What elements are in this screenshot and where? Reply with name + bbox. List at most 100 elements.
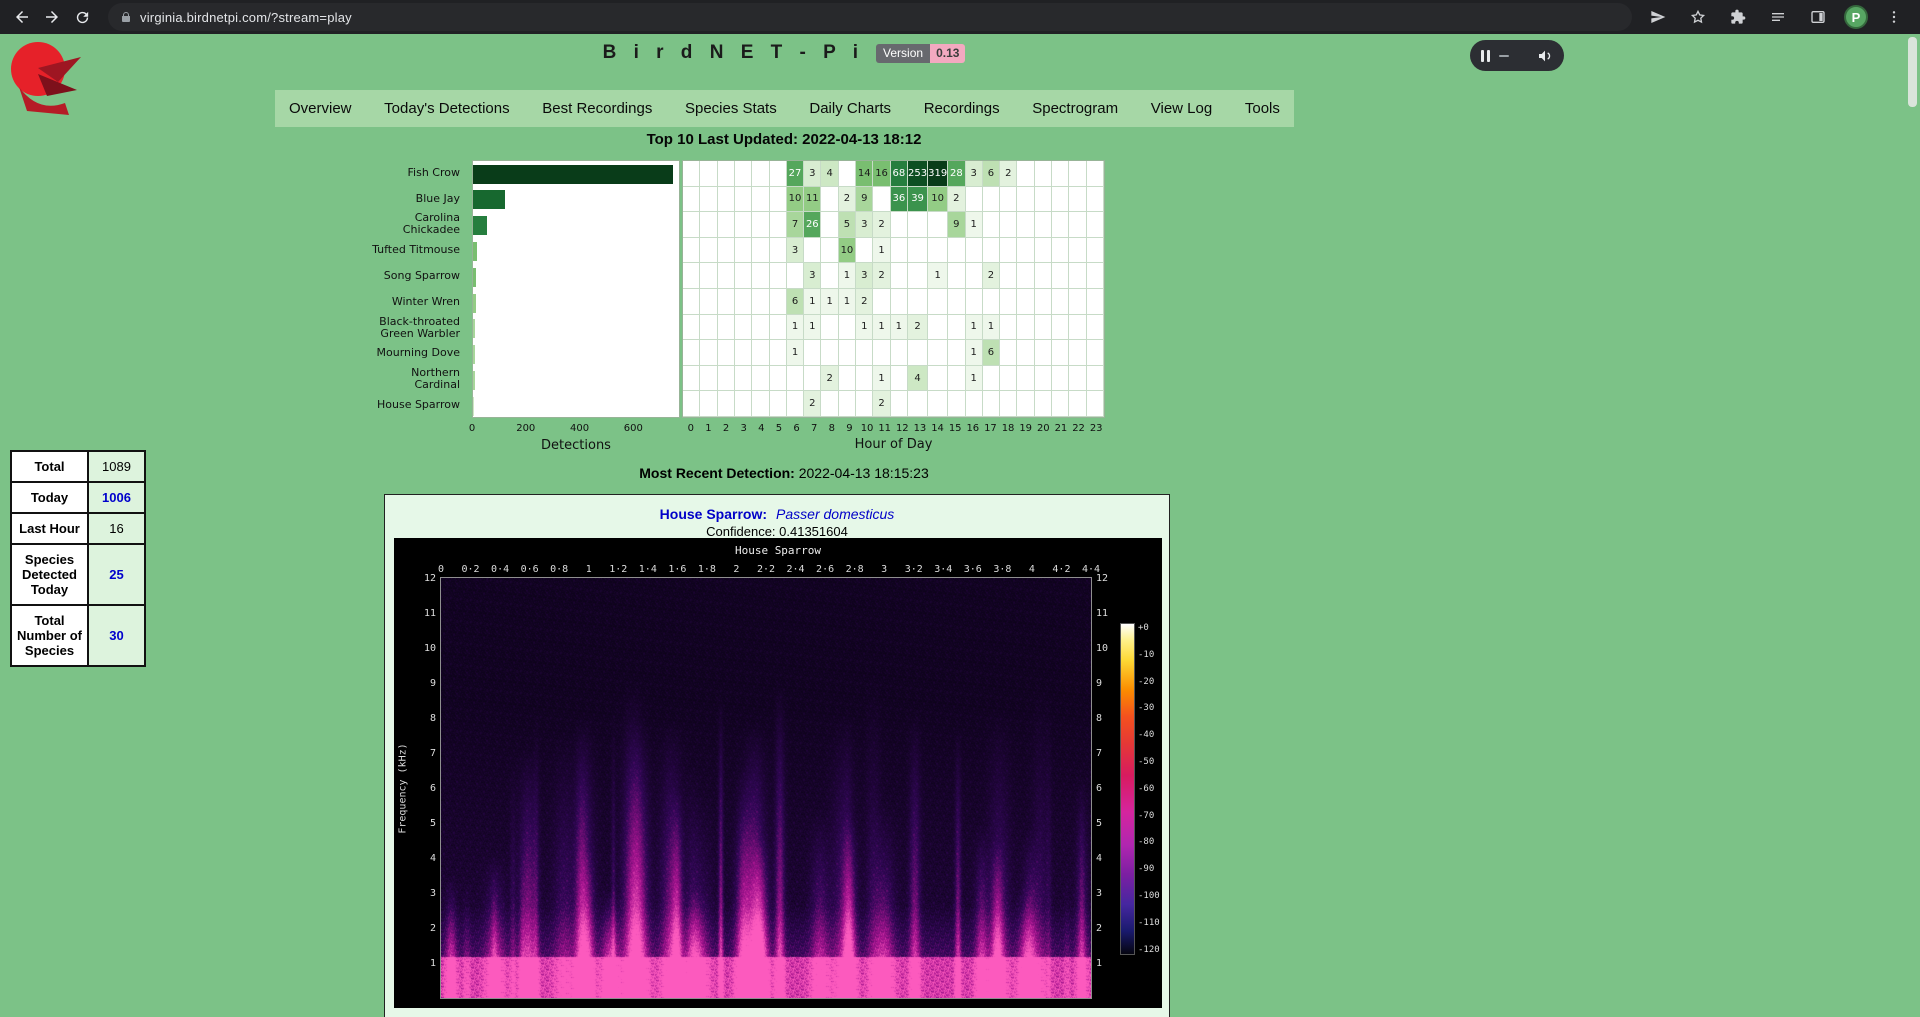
heatmap-cell: 26	[804, 212, 821, 238]
nav-item-best-recordings[interactable]: Best Recordings	[542, 100, 652, 117]
heatmap-cell	[821, 340, 838, 366]
heatmap-cell	[1069, 315, 1086, 341]
heatmap-cell: 2	[948, 187, 965, 213]
heatmap-cell	[1035, 161, 1052, 187]
nav-item-overview[interactable]: Overview	[289, 100, 352, 117]
heatmap-cell: 4	[908, 366, 928, 392]
time-tick: 2·6	[816, 564, 834, 575]
stats-value-species-detected-today[interactable]: 25	[88, 544, 145, 605]
species-tick-tufted-titmouse: Tufted Titmouse	[300, 237, 466, 263]
db-tick: -30	[1138, 703, 1154, 713]
url-text[interactable]: virginia.birdnetpi.com/?stream=play	[140, 10, 352, 25]
nav-item-species-stats[interactable]: Species Stats	[685, 100, 777, 117]
address-bar[interactable]: virginia.birdnetpi.com/?stream=play	[108, 3, 1632, 31]
freq-tick-left: 1	[416, 958, 436, 969]
heatmap-cell	[752, 366, 769, 392]
stats-value-total: 1089	[88, 451, 145, 482]
heatmap-cell: 2	[873, 391, 890, 417]
time-tick: 0·4	[491, 564, 509, 575]
heatmap-cell	[735, 212, 752, 238]
db-tick: -40	[1138, 730, 1154, 740]
side-panel-button[interactable]	[1804, 3, 1832, 31]
bar-blue-jay	[473, 190, 505, 209]
db-tick: -110	[1138, 918, 1160, 928]
reload-button[interactable]	[68, 3, 96, 31]
profile-avatar[interactable]: P	[1844, 5, 1868, 29]
heatmap-cell	[891, 366, 908, 392]
heatmap-cell: 10	[839, 238, 856, 264]
reload-icon	[74, 9, 91, 26]
send-button[interactable]	[1644, 3, 1672, 31]
heatmap-cell	[700, 187, 717, 213]
heatmap-cell	[735, 263, 752, 289]
nav-item-daily-charts[interactable]: Daily Charts	[809, 100, 891, 117]
audio-player[interactable]	[1470, 40, 1564, 71]
menu-button[interactable]	[1880, 3, 1908, 31]
heatmap-cell: 5	[839, 212, 856, 238]
heatmap-cell	[983, 238, 1000, 264]
heatmap-cell	[1000, 391, 1017, 417]
heatmap-cell	[1017, 161, 1034, 187]
nav-item-today-s-detections[interactable]: Today's Detections	[384, 100, 509, 117]
nav-item-recordings[interactable]: Recordings	[924, 100, 1000, 117]
stats-value-today[interactable]: 1006	[88, 482, 145, 513]
heatmap-cell: 1	[873, 238, 890, 264]
heatmap-cell: 1	[787, 340, 804, 366]
heatmap-cell: 1	[966, 315, 983, 341]
hour-tick: 11	[876, 423, 894, 434]
heatmap-cell	[1017, 315, 1034, 341]
db-tick: +0	[1138, 623, 1149, 633]
heatmap-cell: 3	[966, 161, 983, 187]
heatmap-cell	[735, 238, 752, 264]
heatmap-cell: 2	[804, 391, 821, 417]
heatmap-cell	[928, 366, 948, 392]
heatmap-cell	[821, 212, 838, 238]
heatmap-cell	[1087, 340, 1104, 366]
browser-toolbar: virginia.birdnetpi.com/?stream=play P	[0, 0, 1920, 34]
bookmark-button[interactable]	[1684, 3, 1712, 31]
detections-tick: 600	[624, 423, 643, 434]
heatmap-cell	[928, 289, 948, 315]
heatmap-cell	[1035, 187, 1052, 213]
detection-species[interactable]: House Sparrow:	[660, 506, 767, 522]
reading-list-button[interactable]	[1764, 3, 1792, 31]
detection-title-line: House Sparrow: Passer domesticus	[385, 506, 1169, 522]
heatmap-cell	[948, 391, 965, 417]
pause-icon[interactable]	[1481, 50, 1490, 62]
heatmap-cell	[1069, 161, 1086, 187]
extensions-button[interactable]	[1724, 3, 1752, 31]
heatmap-cell: 1	[873, 366, 890, 392]
heatmap-cell	[873, 340, 890, 366]
heatmap-cell: 2	[839, 187, 856, 213]
scrollbar-thumb[interactable]	[1908, 37, 1917, 107]
hour-tick: 10	[858, 423, 876, 434]
detection-scientific-name[interactable]: Passer domesticus	[776, 506, 894, 522]
nav-item-spectrogram[interactable]: Spectrogram	[1032, 100, 1118, 117]
heatmap-cell	[752, 340, 769, 366]
stats-value-total-number-of-species[interactable]: 30	[88, 605, 145, 666]
detections-tick: 0	[469, 423, 475, 434]
heatmap-cell	[1035, 315, 1052, 341]
heatmap-cell	[948, 315, 965, 341]
back-button[interactable]	[8, 3, 36, 31]
heatmap-cell: 1	[804, 289, 821, 315]
hour-tick: 6	[788, 423, 806, 434]
audio-seek-bar[interactable]	[1499, 55, 1509, 57]
heatmap-cell	[735, 289, 752, 315]
heatmap-cell	[908, 289, 928, 315]
heatmap-cell	[821, 315, 838, 341]
heatmap-cell	[718, 238, 735, 264]
volume-icon[interactable]	[1537, 48, 1553, 64]
heatmap-cell	[856, 238, 873, 264]
heatmap-cell	[1052, 289, 1069, 315]
nav-item-tools[interactable]: Tools	[1245, 100, 1280, 117]
freq-tick-left: 9	[416, 678, 436, 689]
time-tick: 3·4	[934, 564, 952, 575]
heatmap-cell	[1052, 238, 1069, 264]
heatmap-cell: 1	[983, 315, 1000, 341]
site-header: B i r d N E T - P iVersion0.13	[0, 42, 1568, 64]
stats-row-last-hour: Last Hour16	[11, 513, 145, 544]
nav-item-view-log[interactable]: View Log	[1151, 100, 1212, 117]
heatmap-cell	[1000, 238, 1017, 264]
forward-button[interactable]	[38, 3, 66, 31]
